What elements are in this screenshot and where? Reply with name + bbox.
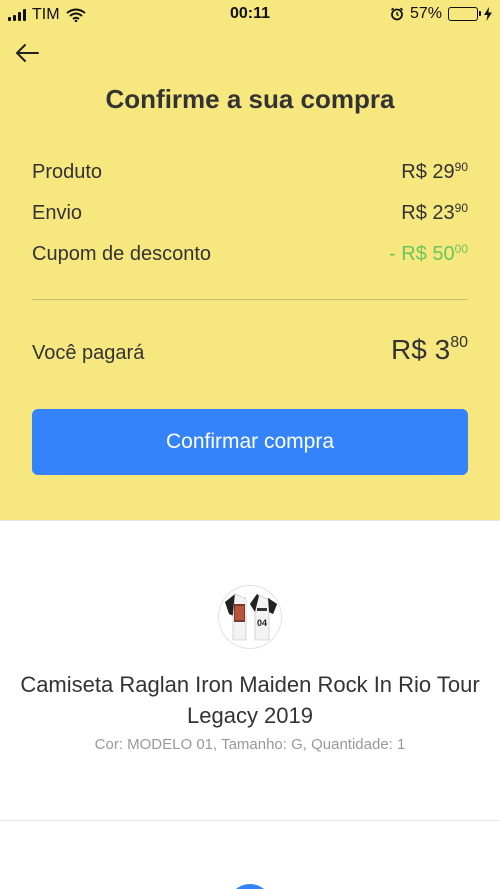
product-cost-row: Produto R$ 2990 xyxy=(32,160,468,184)
coupon-label: Cupom de desconto xyxy=(32,243,212,265)
total-row: Você pagará R$ 380 xyxy=(32,334,468,366)
charging-icon xyxy=(484,7,492,21)
section-divider xyxy=(0,820,500,821)
coupon-row: Cupom de desconto - R$ 5000 xyxy=(32,242,468,266)
battery-area: 57% xyxy=(390,5,492,23)
shipping-price-cents: 90 xyxy=(454,201,468,215)
confirm-purchase-button[interactable]: Confirmar compra xyxy=(32,409,468,475)
total-label: Você pagará xyxy=(32,342,145,364)
battery-percent: 57% xyxy=(409,5,442,22)
product-price-cents: 90 xyxy=(454,160,468,174)
page-title: Confirme a sua compra xyxy=(105,84,395,114)
partial-icon xyxy=(228,884,272,889)
tshirt-image: 04 xyxy=(225,593,278,641)
coupon-discount-cents: 00 xyxy=(454,242,468,256)
shipping-price-amount: R$ 23 xyxy=(401,202,455,224)
total-amount-cents: 80 xyxy=(450,334,468,351)
product-label: Produto xyxy=(32,161,103,183)
product-price: R$ 2990 xyxy=(401,160,468,184)
back-arrow-icon[interactable] xyxy=(14,40,40,66)
total-amount: R$ 380 xyxy=(391,334,468,366)
total-amount-value: R$ 3 xyxy=(391,334,451,365)
product-section: 04 Camiseta Raglan Iron Maiden Rock In R… xyxy=(0,520,500,820)
product-thumbnail: 04 xyxy=(218,585,282,649)
alarm-icon xyxy=(390,7,404,21)
checkout-summary-panel: TIM 00:11 57% Confirme a sua compra Prod… xyxy=(0,0,500,520)
coupon-discount: - R$ 5000 xyxy=(389,242,468,266)
battery-icon xyxy=(448,7,481,21)
product-name: Camiseta Raglan Iron Maiden Rock In Rio … xyxy=(20,672,480,728)
product-price-amount: R$ 29 xyxy=(401,161,455,183)
shipping-cost-row: Envio R$ 2390 xyxy=(32,201,468,225)
coupon-discount-amount: - R$ 50 xyxy=(389,243,455,265)
shipping-label: Envio xyxy=(32,202,83,224)
status-bar: TIM 00:11 57% xyxy=(0,0,500,30)
shipping-price: R$ 2390 xyxy=(401,201,468,225)
product-details: Cor: MODELO 01, Tamanho: G, Quantidade: … xyxy=(94,736,406,753)
shirt-number: 04 xyxy=(257,618,267,628)
divider xyxy=(32,299,468,300)
